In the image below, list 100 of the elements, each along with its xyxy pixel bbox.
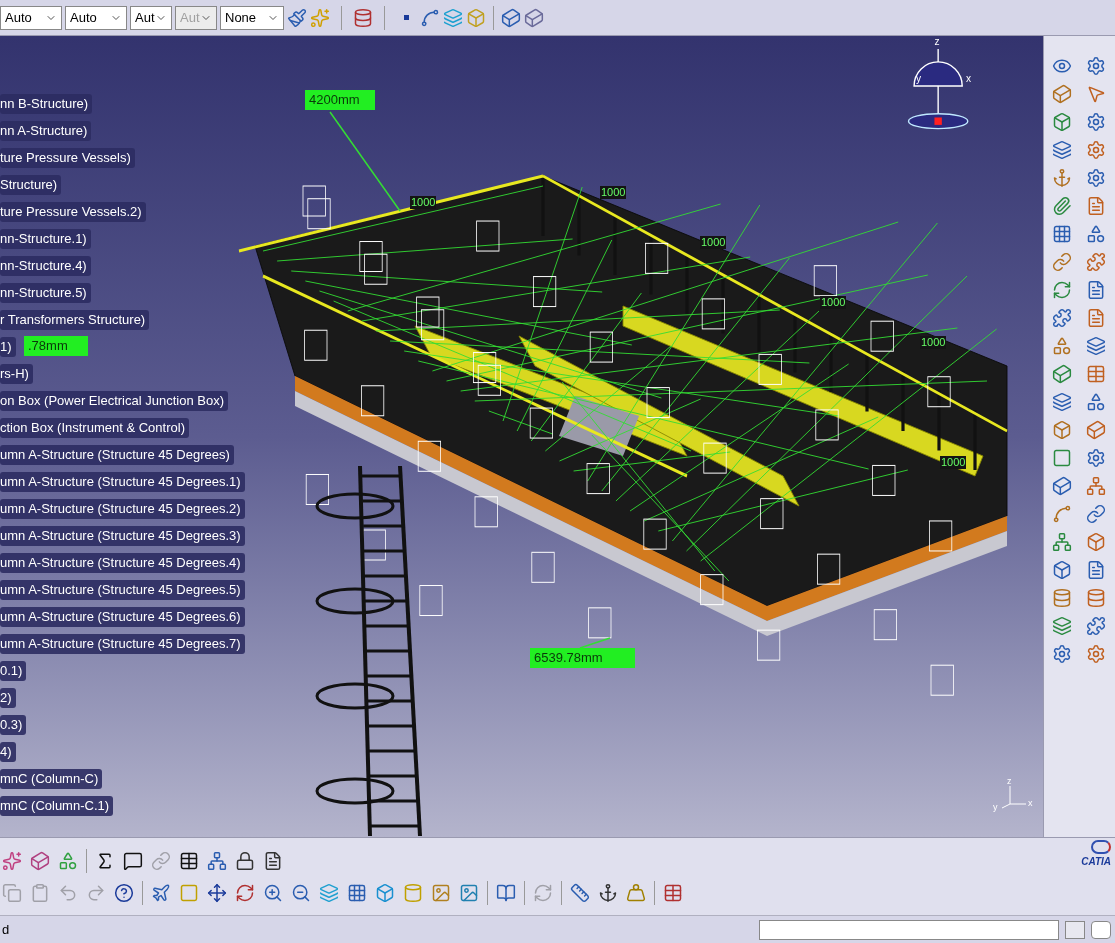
tool-icon[interactable] — [1052, 280, 1072, 300]
tree-item[interactable]: 0.3) — [0, 715, 27, 735]
command-input[interactable] — [759, 919, 1059, 940]
tree-item[interactable]: umn A-Structure (Structure 45 Degrees.6) — [0, 607, 245, 627]
tree-item[interactable]: ture Pressure Vessels.2) — [0, 202, 146, 222]
link-icon[interactable] — [151, 850, 171, 871]
tool-icon[interactable] — [1052, 196, 1072, 216]
tree-item[interactable]: 1) — [0, 337, 16, 357]
shapes-icon[interactable] — [58, 850, 78, 871]
tool-icon[interactable] — [1052, 252, 1072, 272]
grid-icon[interactable] — [347, 882, 367, 903]
tool-icon[interactable] — [1086, 84, 1106, 104]
tool-icon[interactable] — [1052, 56, 1072, 76]
tree-item[interactable]: Structure) — [0, 175, 62, 195]
tree-item[interactable]: nn A-Structure) — [0, 121, 92, 141]
tree-item[interactable]: nn-Structure.4) — [0, 256, 91, 276]
tree-item[interactable]: on Box (Power Electrical Junction Box) — [0, 391, 228, 411]
cycle-icon[interactable] — [533, 882, 553, 903]
tool-icon[interactable] — [1052, 560, 1072, 580]
tree-item[interactable]: umn A-Structure (Structure 45 Degrees) — [0, 445, 234, 465]
tree-item[interactable]: rs-H) — [0, 364, 33, 384]
plane-icon[interactable] — [151, 882, 171, 903]
tool-icon[interactable] — [1086, 140, 1106, 160]
tool-icon[interactable] — [1052, 420, 1072, 440]
tree-item[interactable]: nn-Structure.5) — [0, 283, 91, 303]
tree-item[interactable]: umn A-Structure (Structure 45 Degrees.4) — [0, 553, 245, 573]
tool-icon[interactable] — [1086, 168, 1106, 188]
image-icon[interactable] — [459, 882, 479, 903]
zoom-out-icon[interactable] — [291, 882, 311, 903]
tool-icon[interactable] — [1052, 616, 1072, 636]
tool-icon[interactable] — [1052, 448, 1072, 468]
comment-icon[interactable] — [123, 850, 143, 871]
tool-icon[interactable] — [1086, 644, 1106, 664]
tool-icon[interactable] — [1086, 420, 1106, 440]
tree-item[interactable]: 0.1) — [0, 661, 27, 681]
tool-icon[interactable] — [1086, 504, 1106, 524]
tree-item[interactable]: mnC (Column-C) — [0, 769, 103, 789]
move-icon[interactable] — [207, 882, 227, 903]
tool-icon[interactable] — [1086, 196, 1106, 216]
tool-icon[interactable] — [1052, 644, 1072, 664]
tool-icon[interactable] — [1086, 448, 1106, 468]
tool-icon[interactable] — [1086, 476, 1106, 496]
tool-icon[interactable] — [1086, 252, 1106, 272]
tree-item[interactable]: 2) — [0, 688, 16, 708]
cube-icon[interactable] — [30, 850, 50, 871]
tree-item[interactable]: ture Pressure Vessels) — [0, 148, 135, 168]
tool-icon[interactable] — [1052, 336, 1072, 356]
tree-item[interactable]: umn A-Structure (Structure 45 Degrees.3) — [0, 526, 245, 546]
dropdown[interactable]: Auto — [65, 5, 127, 30]
tool-icon[interactable] — [1052, 112, 1072, 132]
ruler-icon[interactable] — [570, 882, 590, 903]
tool-icon[interactable] — [1052, 364, 1072, 384]
tool-icon[interactable] — [1052, 224, 1072, 244]
tool-icon[interactable] — [1052, 588, 1072, 608]
rotate-icon[interactable] — [235, 882, 255, 903]
tool-icon[interactable] — [1086, 308, 1106, 328]
tree-item[interactable]: ction Box (Instrument & Control) — [0, 418, 189, 438]
tool-icon[interactable] — [1052, 168, 1072, 188]
box-icon[interactable] — [466, 7, 486, 28]
copy-icon[interactable] — [2, 882, 22, 903]
zoom-in-icon[interactable] — [263, 882, 283, 903]
paintbrush-icon[interactable] — [287, 7, 307, 28]
tool-icon[interactable] — [1086, 224, 1106, 244]
database-icon[interactable] — [353, 7, 373, 28]
tool-icon[interactable] — [1086, 280, 1106, 300]
tool-icon[interactable] — [1086, 56, 1106, 76]
tool-icon[interactable] — [1086, 560, 1106, 580]
tree-item[interactable]: umn A-Structure (Structure 45 Degrees.7) — [0, 634, 245, 654]
tree-item[interactable]: 4) — [0, 742, 16, 762]
tree-item[interactable]: r Transformers Structure) — [0, 310, 150, 330]
tool-icon[interactable] — [1052, 476, 1072, 496]
tool-icon[interactable] — [1086, 532, 1106, 552]
tool-icon[interactable] — [1052, 532, 1072, 552]
tool-icon[interactable] — [1086, 588, 1106, 608]
tool-icon[interactable] — [1052, 392, 1072, 412]
table-icon[interactable] — [179, 850, 199, 871]
tree-item[interactable]: nn-Structure.1) — [0, 229, 91, 249]
tool-icon[interactable] — [1086, 112, 1106, 132]
tree-item[interactable]: mnC (Column-C.1) — [0, 796, 114, 816]
tool-icon[interactable] — [1086, 336, 1106, 356]
dropdown[interactable]: Auto — [0, 5, 62, 30]
tree-item[interactable]: nn B-Structure) — [0, 94, 93, 114]
dropdown[interactable]: None — [220, 5, 284, 30]
tree-item[interactable]: umn A-Structure (Structure 45 Degrees.2) — [0, 499, 245, 519]
document-icon[interactable] — [263, 850, 283, 871]
cylinder-icon[interactable] — [403, 882, 423, 903]
image-icon[interactable] — [431, 882, 451, 903]
weight-icon[interactable] — [626, 882, 646, 903]
compass-icon[interactable] — [907, 48, 969, 130]
panel-button[interactable] — [1065, 920, 1085, 939]
tool-icon[interactable] — [1052, 84, 1072, 104]
dropdown[interactable]: Aut — [130, 5, 172, 30]
tool-icon[interactable] — [1052, 308, 1072, 328]
tree-item[interactable]: umn A-Structure (Structure 45 Degrees.1) — [0, 472, 245, 492]
sparkle-icon[interactable] — [2, 850, 22, 871]
lock-icon[interactable] — [235, 850, 255, 871]
tool-icon[interactable] — [1086, 616, 1106, 636]
tree-item[interactable]: umn A-Structure (Structure 45 Degrees.5) — [0, 580, 245, 600]
cube-icon[interactable] — [375, 882, 395, 903]
network-icon[interactable] — [207, 850, 227, 871]
